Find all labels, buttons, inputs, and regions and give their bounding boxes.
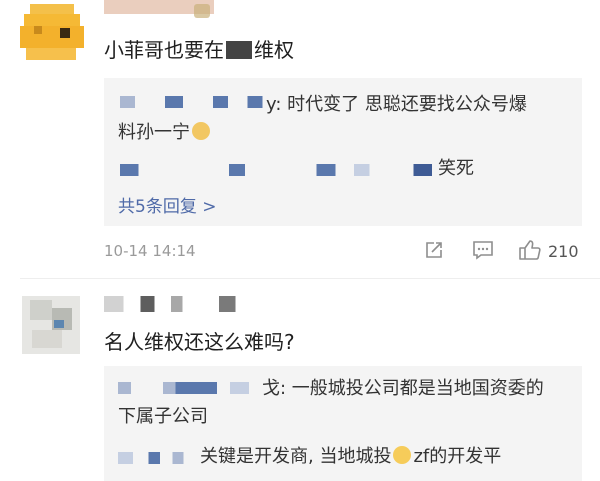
reply-text-1: 戈: 一般城投公司都是当地国资委的 xyxy=(262,378,544,399)
like-count: 210 xyxy=(548,242,579,261)
reply-username-blurred[interactable] xyxy=(120,96,270,108)
comment-text: 小菲哥也要在 维权 xyxy=(104,38,294,62)
share-icon[interactable] xyxy=(424,240,444,264)
comment-icon[interactable] xyxy=(472,240,494,264)
reply-text-1: y: 时代变了 思聪还要找公众号爆 xyxy=(266,94,527,115)
like-icon[interactable] xyxy=(518,239,542,265)
doge-emoji-icon xyxy=(192,122,210,140)
reply-username-blurred[interactable] xyxy=(118,452,194,464)
reply-text-1-cont: 下属子公司 xyxy=(118,406,208,427)
reply-username-blurred[interactable] xyxy=(118,382,278,394)
reply-text-2: 笑死 xyxy=(438,158,474,179)
grinning-emoji-icon xyxy=(393,446,412,464)
avatar[interactable] xyxy=(20,4,84,68)
username-blurred[interactable] xyxy=(104,296,244,312)
comment-divider xyxy=(20,278,600,279)
avatar[interactable] xyxy=(22,296,80,354)
reply-text-1-cont: 料孙一宁 xyxy=(118,118,210,144)
reply-username-blurred[interactable] xyxy=(120,164,432,176)
reply-preview-box[interactable]: 戈: 一般城投公司都是当地国资委的 下属子公司 关键是开发商, 当地城投 zf的开… xyxy=(104,366,582,481)
vip-badge-icon xyxy=(194,4,210,18)
reply-text-2: 关键是开发商, 当地城投 zf的开发平 xyxy=(200,446,502,467)
censored-block xyxy=(226,41,252,59)
more-replies-link[interactable]: 共5条回复 > xyxy=(118,192,216,217)
reply-preview-box[interactable]: y: 时代变了 思聪还要找公众号爆 料孙一宁 笑死 共5条回复 > xyxy=(104,78,582,226)
comment-timestamp: 10-14 14:14 xyxy=(104,242,196,260)
comment-text: 名人维权还这么难吗? xyxy=(104,330,295,354)
